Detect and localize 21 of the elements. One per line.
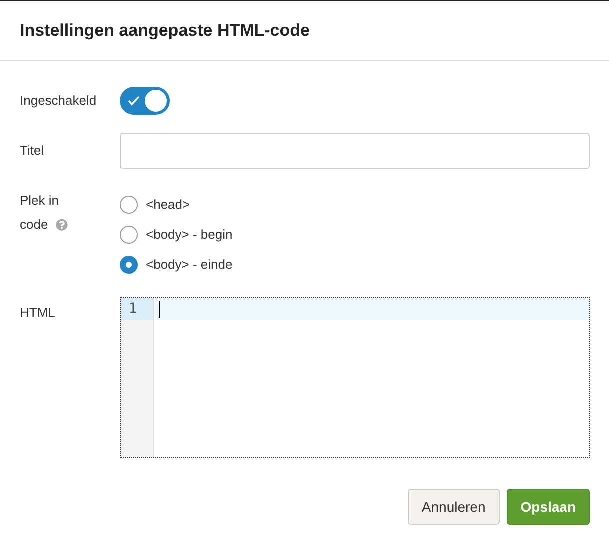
- field-label: Titel: [20, 142, 46, 160]
- line-number: 1: [121, 298, 153, 320]
- cancel-button[interactable]: Annuleren: [408, 489, 500, 525]
- radio-button[interactable]: [120, 226, 138, 244]
- field-label: code: [20, 216, 48, 234]
- dialog-title: Instellingen aangepaste HTML-code: [20, 20, 310, 40]
- text-cursor: [159, 300, 160, 318]
- radio-button[interactable]: [120, 256, 138, 274]
- field-label: Plek in: [20, 192, 60, 210]
- toggle-switch[interactable]: [120, 87, 170, 115]
- field-label: HTML: [20, 304, 56, 322]
- check-icon: [128, 96, 140, 106]
- title-input[interactable]: [120, 133, 590, 169]
- radio-button[interactable]: [120, 196, 138, 214]
- help-icon[interactable]: [56, 219, 68, 231]
- radio-label: <body> - einde: [146, 256, 233, 274]
- save-button[interactable]: Opslaan: [506, 489, 590, 525]
- radio-label: <head>: [146, 196, 190, 214]
- radio-label: <body> - begin: [146, 226, 233, 244]
- field-label: Ingeschakeld: [20, 92, 98, 110]
- code-editor[interactable]: 1: [120, 297, 590, 458]
